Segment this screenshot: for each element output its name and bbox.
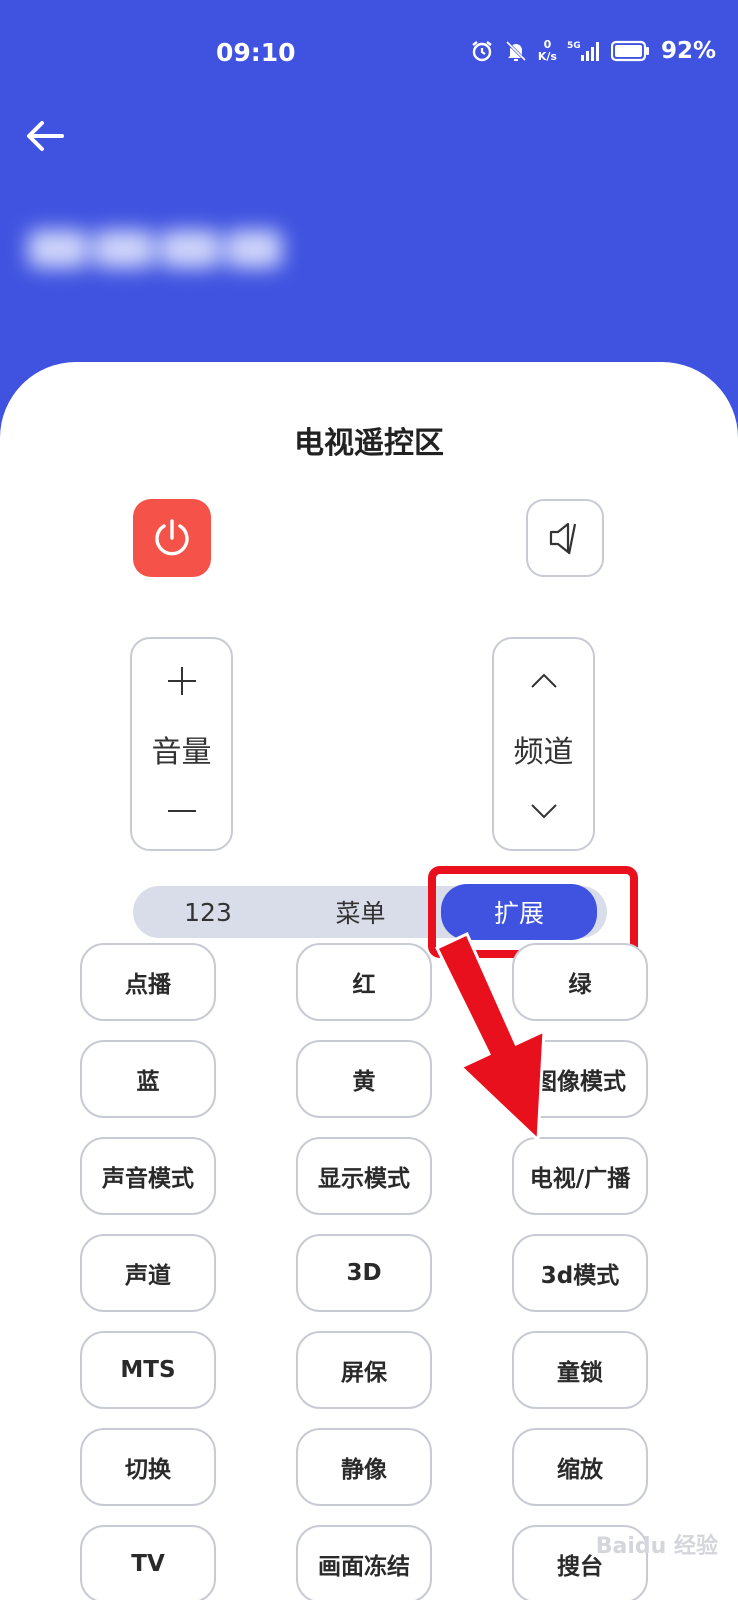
back-button[interactable] bbox=[24, 116, 68, 156]
tv-button[interactable]: TV bbox=[80, 1525, 216, 1600]
mute-button[interactable] bbox=[526, 499, 604, 577]
chevron-up-icon bbox=[530, 673, 557, 688]
volume-label: 音量 bbox=[151, 735, 212, 770]
tab-numbers[interactable]: 123 bbox=[133, 886, 283, 938]
yellow-button[interactable]: 黄 bbox=[296, 1040, 432, 1118]
sound-mode-button[interactable]: 声音模式 bbox=[80, 1137, 216, 1215]
vod-button[interactable]: 点播 bbox=[80, 943, 216, 1021]
volume-rocker: 音量 bbox=[130, 637, 233, 851]
status-icons: 0 K/s 5G 92% bbox=[470, 38, 716, 64]
battery-percent: 92% bbox=[660, 38, 716, 64]
channel-up-button[interactable] bbox=[494, 651, 593, 711]
power-button[interactable] bbox=[133, 499, 211, 577]
channel-rocker: 频道 bbox=[492, 637, 595, 851]
tab-menu[interactable]: 菜单 bbox=[283, 886, 438, 938]
volume-down-button[interactable] bbox=[132, 781, 231, 841]
screensaver-button[interactable]: 屏保 bbox=[296, 1331, 432, 1409]
watermark: Baidu 经验 bbox=[595, 1534, 718, 1559]
volume-up-button[interactable] bbox=[132, 651, 231, 711]
plus-icon bbox=[167, 667, 196, 695]
blue-button[interactable]: 蓝 bbox=[80, 1040, 216, 1118]
green-button[interactable]: 绿 bbox=[512, 943, 648, 1021]
channel-down-button[interactable] bbox=[494, 781, 593, 841]
battery-icon bbox=[610, 40, 649, 62]
mts-button[interactable]: MTS bbox=[80, 1331, 216, 1409]
3d-button[interactable]: 3D bbox=[296, 1234, 432, 1312]
display-mode-button[interactable]: 显示模式 bbox=[296, 1137, 432, 1215]
chevron-down-icon bbox=[530, 804, 557, 819]
power-icon bbox=[155, 519, 189, 556]
remote-area-title: 电视遥控区 bbox=[294, 426, 444, 461]
3d-mode-button[interactable]: 3d模式 bbox=[512, 1234, 648, 1312]
red-button[interactable]: 红 bbox=[296, 943, 432, 1021]
speaker-mute-icon bbox=[549, 522, 577, 555]
status-time: 09:10 bbox=[216, 38, 296, 67]
audio-channel-button[interactable]: 声道 bbox=[80, 1234, 216, 1312]
bell-off-icon bbox=[505, 40, 526, 62]
minus-icon bbox=[167, 810, 196, 812]
channel-label: 频道 bbox=[513, 735, 574, 770]
switch-button[interactable]: 切换 bbox=[80, 1428, 216, 1506]
status-bar: 09:10 0 K/s 5G 92% bbox=[0, 0, 738, 100]
picture-mode-button[interactable]: 图像模式 bbox=[512, 1040, 648, 1118]
freeze-frame-button[interactable]: 画面冻结 bbox=[296, 1525, 432, 1600]
still-image-button[interactable]: 静像 bbox=[296, 1428, 432, 1506]
child-lock-button[interactable]: 童锁 bbox=[512, 1331, 648, 1409]
network-speed: 0 K/s bbox=[537, 38, 557, 63]
device-name-blurred bbox=[28, 222, 308, 274]
arrow-left-icon bbox=[27, 121, 64, 151]
svg-text:5G: 5G bbox=[567, 41, 581, 51]
cellular-signal-icon: 5G bbox=[567, 41, 599, 61]
zoom-button[interactable]: 缩放 bbox=[512, 1428, 648, 1506]
tv-radio-button[interactable]: 电视/广播 bbox=[512, 1137, 648, 1215]
alarm-icon bbox=[472, 41, 492, 62]
